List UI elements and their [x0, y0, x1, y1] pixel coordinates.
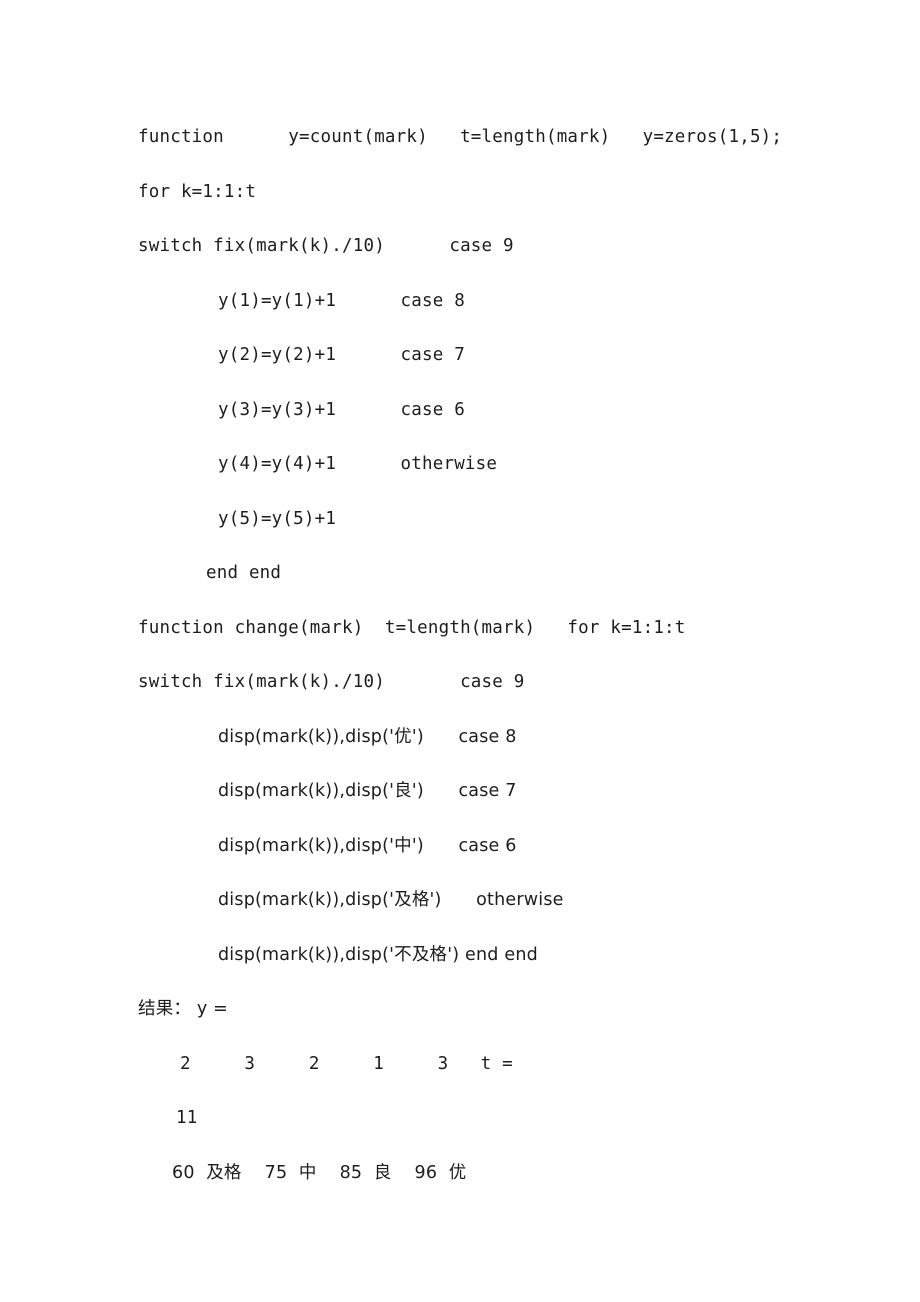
code-line-disp-liang: disp(mark(k)),disp('良') case 7: [218, 781, 517, 801]
document-page: function y=count(mark) t=length(mark) y=…: [0, 0, 920, 1302]
code-line-end-end-1: end end: [206, 563, 282, 583]
result-t-value: 11: [176, 1108, 198, 1128]
code-line-disp-jige: disp(mark(k)),disp('及格') otherwise: [218, 890, 564, 910]
code-line-func-change-signature: function change(mark) t=length(mark) for…: [138, 617, 686, 638]
code-line-y4-assign: y(4)=y(4)+1 otherwise: [218, 454, 498, 474]
code-line-disp-zhong: disp(mark(k)),disp('中') case 6: [218, 835, 517, 856]
code-line-disp-bujige: disp(mark(k)),disp('不及格') end end: [218, 944, 538, 965]
result-label: 结果： y =: [138, 999, 229, 1019]
code-line-switch-1: switch fix(mark(k)./10) case 9: [138, 236, 514, 256]
result-y-values: 2 3 2 1 3 t =: [180, 1053, 513, 1074]
code-line-y5-assign: y(5)=y(5)+1: [218, 508, 337, 529]
code-line-disp-you: disp(mark(k)),disp('优') case 8: [218, 726, 517, 747]
result-grades: 60 及格 75 中 85 良 96 优: [172, 1162, 467, 1183]
code-line-func-count-signature: function y=count(mark) t=length(mark) y=…: [138, 127, 815, 202]
code-line-y2-assign: y(2)=y(2)+1 case 7: [218, 345, 465, 365]
code-line-y3-assign: y(3)=y(3)+1 case 6: [218, 399, 465, 420]
code-line-y1-assign: y(1)=y(1)+1 case 8: [218, 290, 465, 311]
document-text-body: function y=count(mark) t=length(mark) y=…: [138, 110, 786, 1200]
code-line-switch-2: switch fix(mark(k)./10) case 9: [138, 672, 525, 692]
